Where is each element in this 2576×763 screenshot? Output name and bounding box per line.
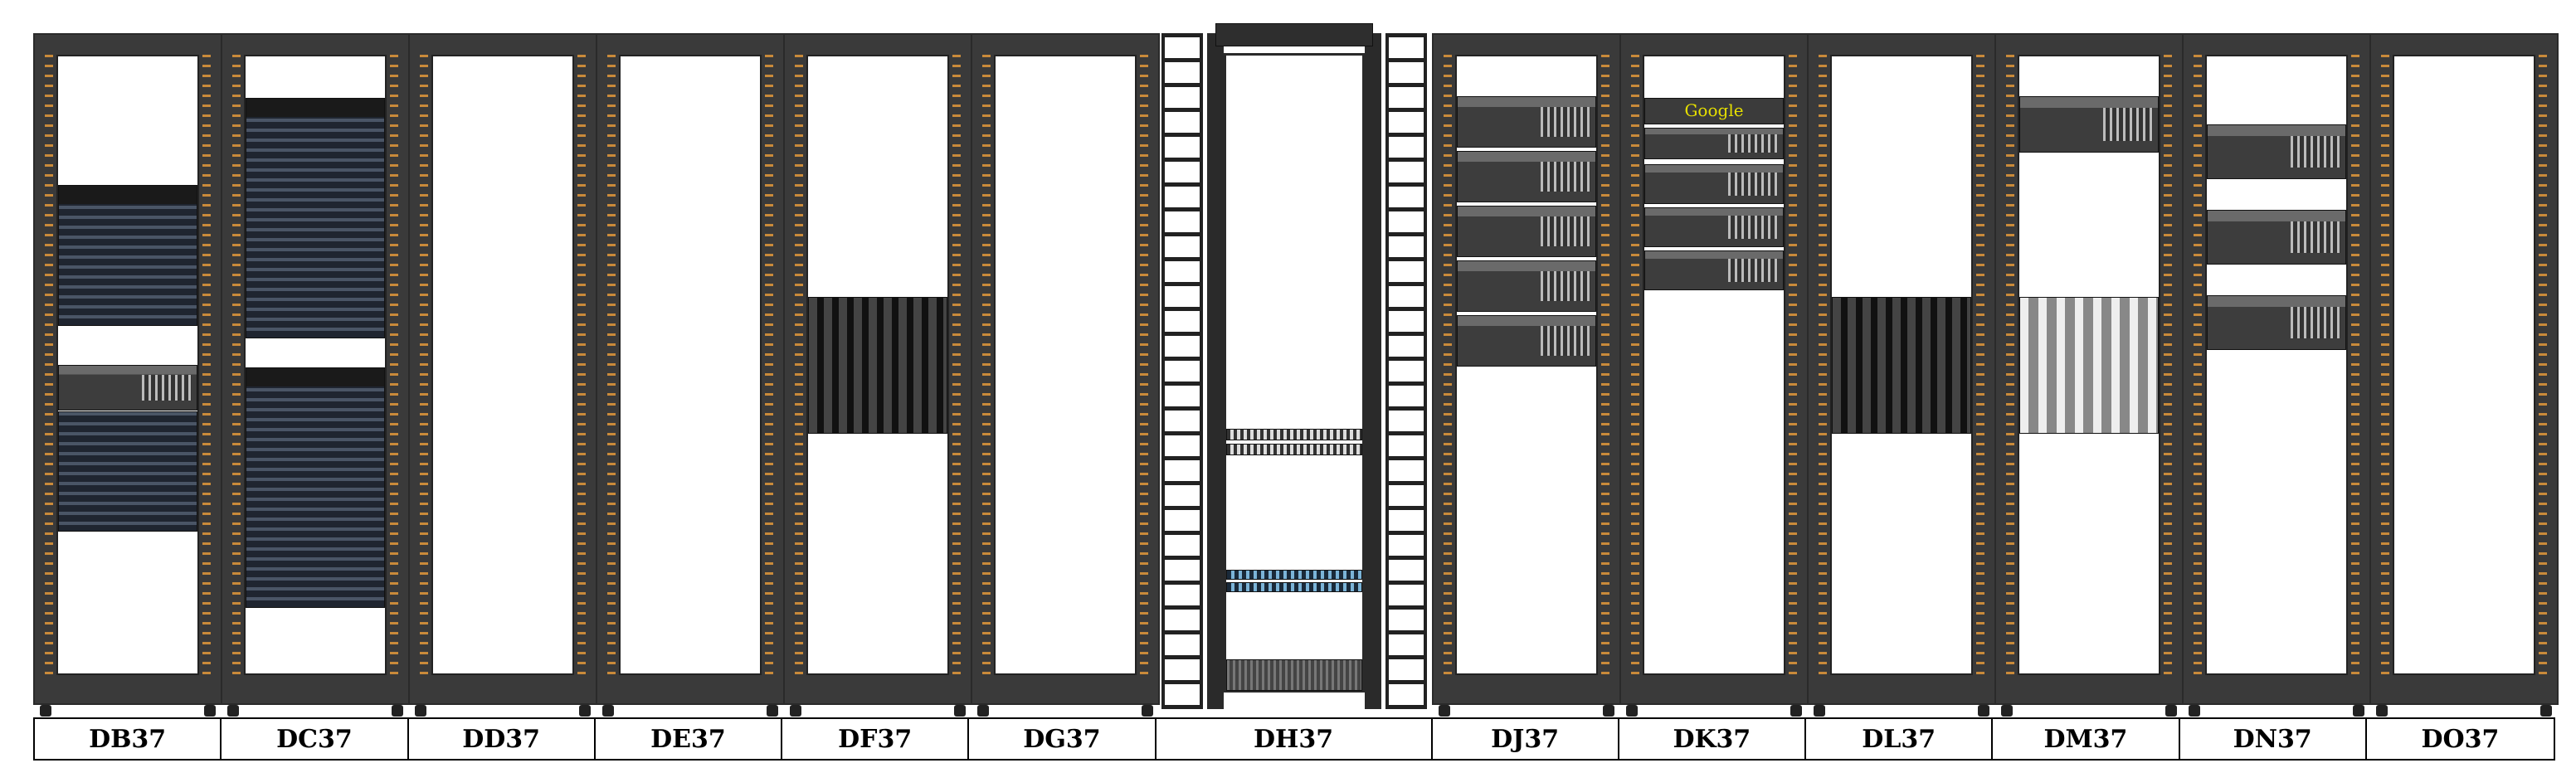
rack-dg37 (971, 33, 1160, 717)
rail (45, 55, 53, 675)
rack-label: DE37 (596, 719, 783, 759)
rack-label: DO37 (2421, 724, 2500, 754)
rack-label-strip: DB37 DC37 DD37 DE37 DF37 DG37 DH37 DJ37 … (33, 717, 2555, 761)
rack-dm37 (1994, 33, 2184, 717)
server-2u (1644, 128, 1784, 159)
server-2u (1644, 207, 1784, 247)
blade-chassis (1832, 297, 1971, 434)
server-2u (1457, 260, 1596, 312)
rack-label: DL37 (1806, 719, 1994, 759)
rack-label: DM37 (1993, 719, 2180, 759)
network-switch (1226, 570, 1362, 580)
server-2u (2207, 210, 2346, 265)
server-2u (1457, 206, 1596, 257)
rack-label: DJ37 (1433, 719, 1619, 759)
rack-db37 (33, 33, 222, 717)
rack-dl37 (1807, 33, 1996, 717)
rack-bay (244, 55, 387, 675)
rack-bay (994, 55, 1137, 675)
rack-label: DN37 (2180, 719, 2367, 759)
rack-elevation-diagram: Google (0, 0, 2576, 763)
rack-dd37 (408, 33, 597, 717)
rack-label: DF37 (782, 719, 970, 759)
patch-panel (1226, 444, 1362, 455)
rack-bay (1455, 55, 1598, 675)
server-2u (1457, 315, 1596, 367)
rack-dc37 (221, 33, 410, 717)
rack-bay (2205, 55, 2348, 675)
network-switch (1226, 582, 1362, 592)
rack-bay (1830, 55, 1973, 675)
server-4u (58, 365, 197, 411)
rack-dj37 (1432, 33, 1621, 717)
google-search-appliance: Google (1644, 98, 1784, 124)
google-logo-label: Google (1684, 100, 1744, 120)
server-2u (1457, 151, 1596, 202)
rack-label: DD37 (409, 719, 596, 759)
rack-df37 (783, 33, 972, 717)
blade-enclosure (58, 185, 197, 326)
rack-bay (2018, 55, 2160, 675)
rack-dn37 (2182, 33, 2371, 717)
server-2u (1644, 164, 1784, 204)
rack-dk37: Google (1619, 33, 1809, 717)
server-2u (1457, 96, 1596, 148)
rack-do37 (2369, 33, 2559, 717)
server-2u (2207, 124, 2346, 179)
blade-chassis-silver (2019, 297, 2159, 434)
rack-bay (431, 55, 574, 675)
rack-label: DK37 (1619, 719, 1807, 759)
rack-dh37 (1161, 23, 1427, 709)
ups (1226, 659, 1362, 691)
blade-chassis (808, 297, 947, 434)
rail (202, 55, 211, 675)
server-2u (2207, 295, 2346, 350)
rack-label: DG37 (969, 719, 1157, 759)
rack-label: DC37 (222, 719, 409, 759)
blade-enclosure (246, 98, 385, 338)
patch-panel (1226, 429, 1362, 440)
rack-bay (619, 55, 762, 675)
blade-enclosure (246, 367, 385, 608)
rack-label: DB37 (35, 719, 222, 759)
rack-de37 (596, 33, 785, 717)
rack-bay (2393, 55, 2535, 675)
rack-bay (56, 55, 199, 675)
rack-bay: Google (1643, 55, 1785, 675)
rack-bay (806, 55, 949, 675)
blade-enclosure (58, 411, 197, 532)
server-2u (1644, 250, 1784, 290)
server-2u (2019, 96, 2159, 153)
rack-label: DH37 (1157, 719, 1433, 759)
